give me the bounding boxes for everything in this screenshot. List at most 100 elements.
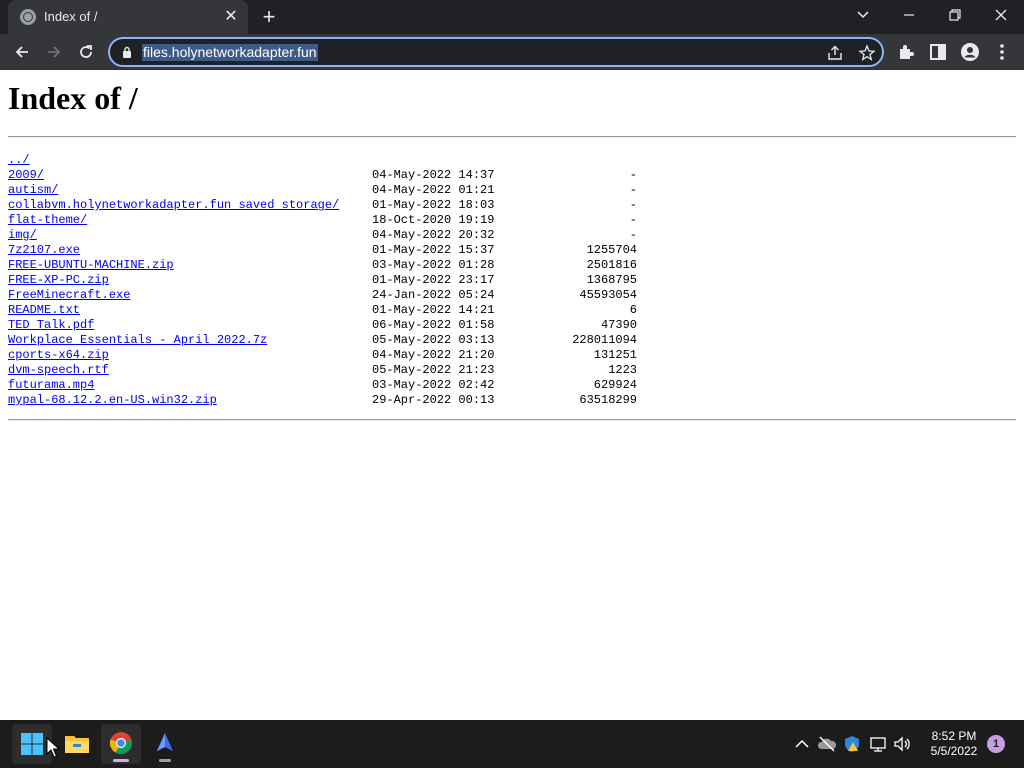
file-size: - [629,213,637,227]
system-clock[interactable]: 8:52 PM 5/5/2022 [916,729,992,759]
globe-icon [20,9,36,25]
new-tab-button[interactable]: + [258,6,280,28]
extensions-icon[interactable] [896,42,916,62]
file-size: 131251 [593,348,637,362]
chevron-down-icon [857,11,869,19]
file-link[interactable]: Workplace Essentials - April 2022.7z [8,333,267,348]
file-size: 63518299 [579,393,637,407]
file-size: - [629,198,637,212]
volume-icon[interactable] [892,734,912,754]
top-divider [8,136,1016,138]
browser-tab[interactable]: Index of / ✕ [8,0,248,34]
security-shield-icon[interactable] [842,734,862,754]
file-size: 1368795 [586,273,637,287]
running-indicator [159,759,171,762]
file-link[interactable]: README.txt [8,303,80,318]
chrome-icon [109,732,132,754]
taskbar: 8:52 PM 5/5/2022 [0,720,1024,768]
notification-badge[interactable]: 1 [987,735,1005,753]
file-date: 04-May-2022 14:37 [372,168,495,182]
tab-strip: Index of / ✕ + [0,0,1024,34]
back-arrow-icon [15,46,28,58]
file-explorer-button[interactable] [57,724,97,764]
file-date: 01-May-2022 14:21 [372,303,495,317]
page-content: Index of / ../2009/04-May-2022 14:37 - aut… [0,70,1024,720]
file-date: 18-Oct-2020 19:19 [372,213,495,227]
file-size: 47390 [600,318,637,332]
forward-button[interactable] [40,38,68,66]
chrome-taskbar-button[interactable] [101,724,141,764]
bookmark-star-icon [858,44,876,61]
bottom-divider [8,419,1016,421]
file-link[interactable]: FREE-XP-PC.zip [8,273,109,288]
file-date: 24-Jan-2022 05:24 [372,288,495,302]
file-size: 228011094 [572,333,637,347]
reload-icon [80,45,92,58]
file-date: 05-May-2022 21:23 [372,363,495,377]
file-size: 1255704 [586,243,637,257]
forward-arrow-icon [48,46,61,58]
side-panel-icon[interactable] [928,42,948,62]
mouse-cursor-icon [46,737,60,758]
minimize-icon [904,14,914,16]
file-size: 45593054 [579,288,637,302]
file-date: 04-May-2022 21:20 [372,348,495,362]
minimize-button[interactable] [886,0,932,30]
close-window-button[interactable] [978,0,1024,30]
file-link[interactable]: flat-theme/ [8,213,87,228]
start-icon [21,733,43,755]
file-explorer-icon [65,736,89,753]
url-text[interactable]: files.holynetworkadapter.fun [142,44,318,61]
file-date: 29-Apr-2022 00:13 [372,393,495,407]
file-link[interactable]: ../ [8,153,30,168]
file-date: 03-May-2022 01:28 [372,258,495,272]
file-link[interactable]: futurama.mp4 [8,378,94,393]
file-date: 03-May-2022 02:42 [372,378,495,392]
page-title: Index of / [8,80,138,116]
file-size: - [629,183,637,197]
file-link[interactable]: collabvm.holynetworkadapter.fun saved st… [8,198,339,213]
file-date: 04-May-2022 20:32 [372,228,495,242]
file-link[interactable]: 2009/ [8,168,44,183]
close-tab-button[interactable]: ✕ [222,8,240,26]
tab-title: Index of / [44,9,98,24]
menu-kebab-icon[interactable] [992,42,1012,62]
onedrive-offline-icon[interactable] [817,734,837,754]
file-link[interactable]: autism/ [8,183,58,198]
network-icon[interactable] [868,734,888,754]
file-size: 629924 [593,378,637,392]
file-link[interactable]: 7z2107.exe [8,243,80,258]
file-link[interactable]: mypal-68.12.2.en-US.win32.zip [8,393,217,408]
file-size: 6 [629,303,637,317]
file-link[interactable]: cports-x64.zip [8,348,109,363]
file-date: 05-May-2022 03:13 [372,333,495,347]
file-date: 01-May-2022 15:37 [372,243,495,257]
restore-button[interactable] [932,0,978,30]
file-size: - [629,168,637,182]
file-date: 04-May-2022 01:21 [372,183,495,197]
file-size: - [629,228,637,242]
tab-search-button[interactable] [840,0,886,30]
file-date: 06-May-2022 01:58 [372,318,495,332]
reload-button[interactable] [72,38,100,66]
clock-time: 8:52 PM [931,729,977,743]
file-size: 2501816 [586,258,637,272]
share-icon [828,45,842,60]
chevron-up-icon[interactable] [792,734,812,754]
profile-avatar-icon[interactable] [960,42,980,62]
file-link[interactable]: img/ [8,228,37,243]
file-link[interactable]: FREE-UBUNTU-MACHINE.zip [8,258,174,273]
restore-icon [949,9,961,21]
app-taskbar-button[interactable] [145,724,185,764]
back-button[interactable] [8,38,36,66]
file-date: 01-May-2022 18:03 [372,198,495,212]
lock-icon [123,46,131,58]
file-link[interactable]: FreeMinecraft.exe [8,288,130,303]
app-icon [157,733,173,751]
address-bar[interactable]: files.holynetworkadapter.fun [108,37,884,67]
file-link[interactable]: dvm-speech.rtf [8,363,109,378]
file-link[interactable]: TED Talk.pdf [8,318,94,333]
clock-date: 5/5/2022 [930,744,978,758]
running-indicator [113,759,129,762]
browser-toolbar: files.holynetworkadapter.fun [0,34,1024,70]
